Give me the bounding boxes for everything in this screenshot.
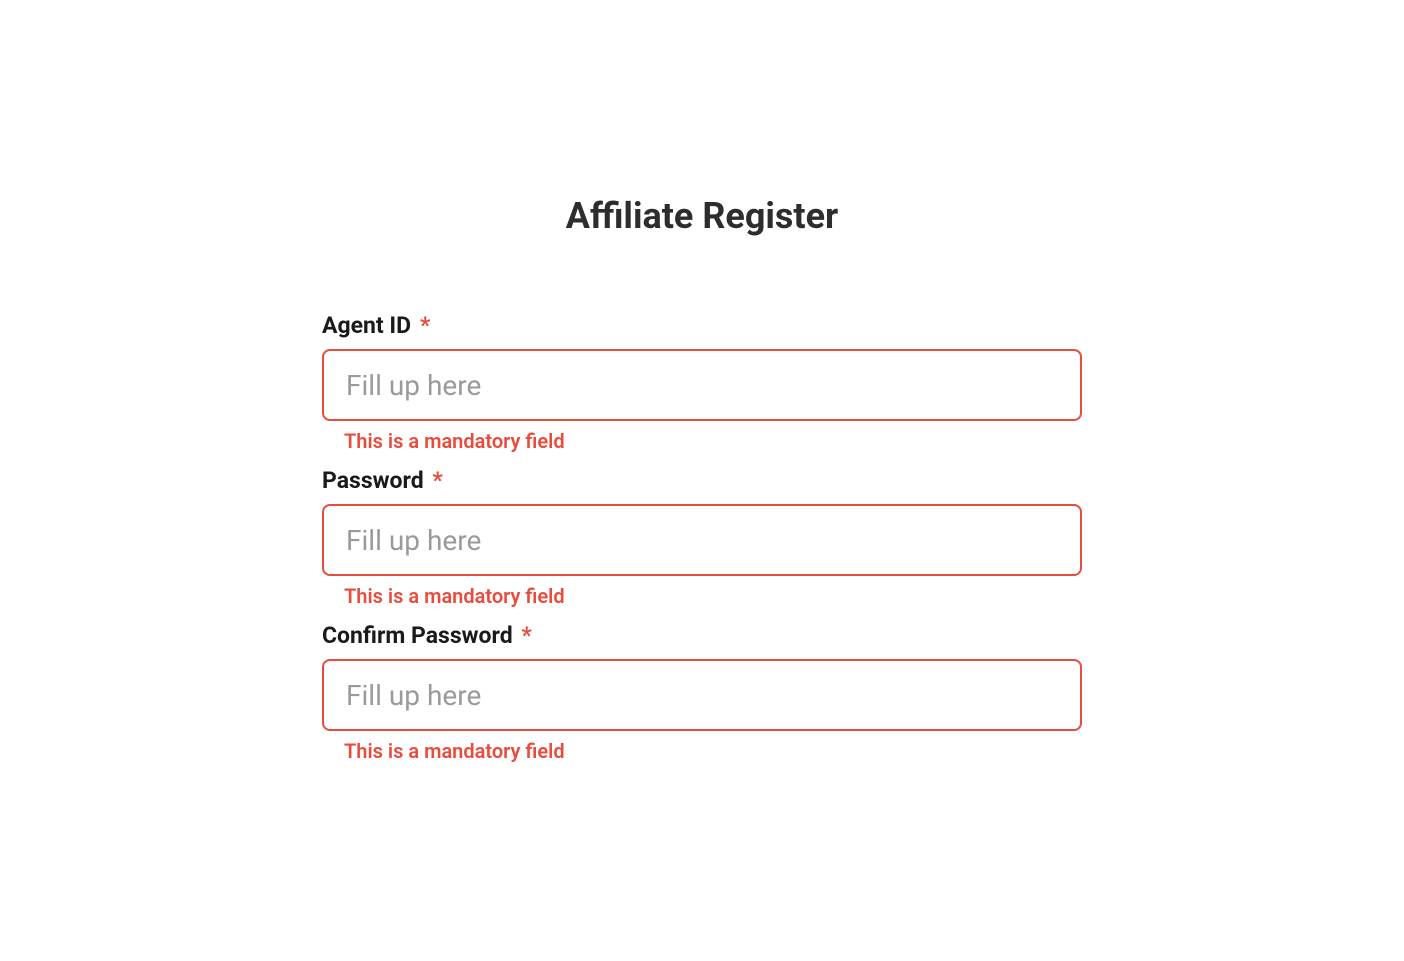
required-mark: *	[420, 312, 430, 339]
password-input[interactable]	[322, 504, 1082, 576]
confirm-password-input[interactable]	[322, 659, 1082, 731]
confirm-password-label: Confirm Password *	[322, 622, 1082, 649]
form-group-confirm-password: Confirm Password * This is a mandatory f…	[322, 622, 1082, 763]
required-mark: *	[521, 622, 531, 649]
password-label-text: Password	[322, 467, 424, 494]
agent-id-label: Agent ID *	[322, 312, 1082, 339]
password-error: This is a mandatory field	[344, 584, 1082, 608]
confirm-password-label-text: Confirm Password	[322, 622, 513, 649]
register-form-container: Affiliate Register Agent ID * This is a …	[322, 195, 1082, 961]
agent-id-label-text: Agent ID	[322, 312, 411, 339]
required-mark: *	[432, 467, 442, 494]
agent-id-error: This is a mandatory field	[344, 429, 1082, 453]
form-group-password: Password * This is a mandatory field	[322, 467, 1082, 608]
page-title: Affiliate Register	[322, 195, 1082, 237]
password-label: Password *	[322, 467, 1082, 494]
agent-id-input[interactable]	[322, 349, 1082, 421]
form-group-agent-id: Agent ID * This is a mandatory field	[322, 312, 1082, 453]
confirm-password-error: This is a mandatory field	[344, 739, 1082, 763]
